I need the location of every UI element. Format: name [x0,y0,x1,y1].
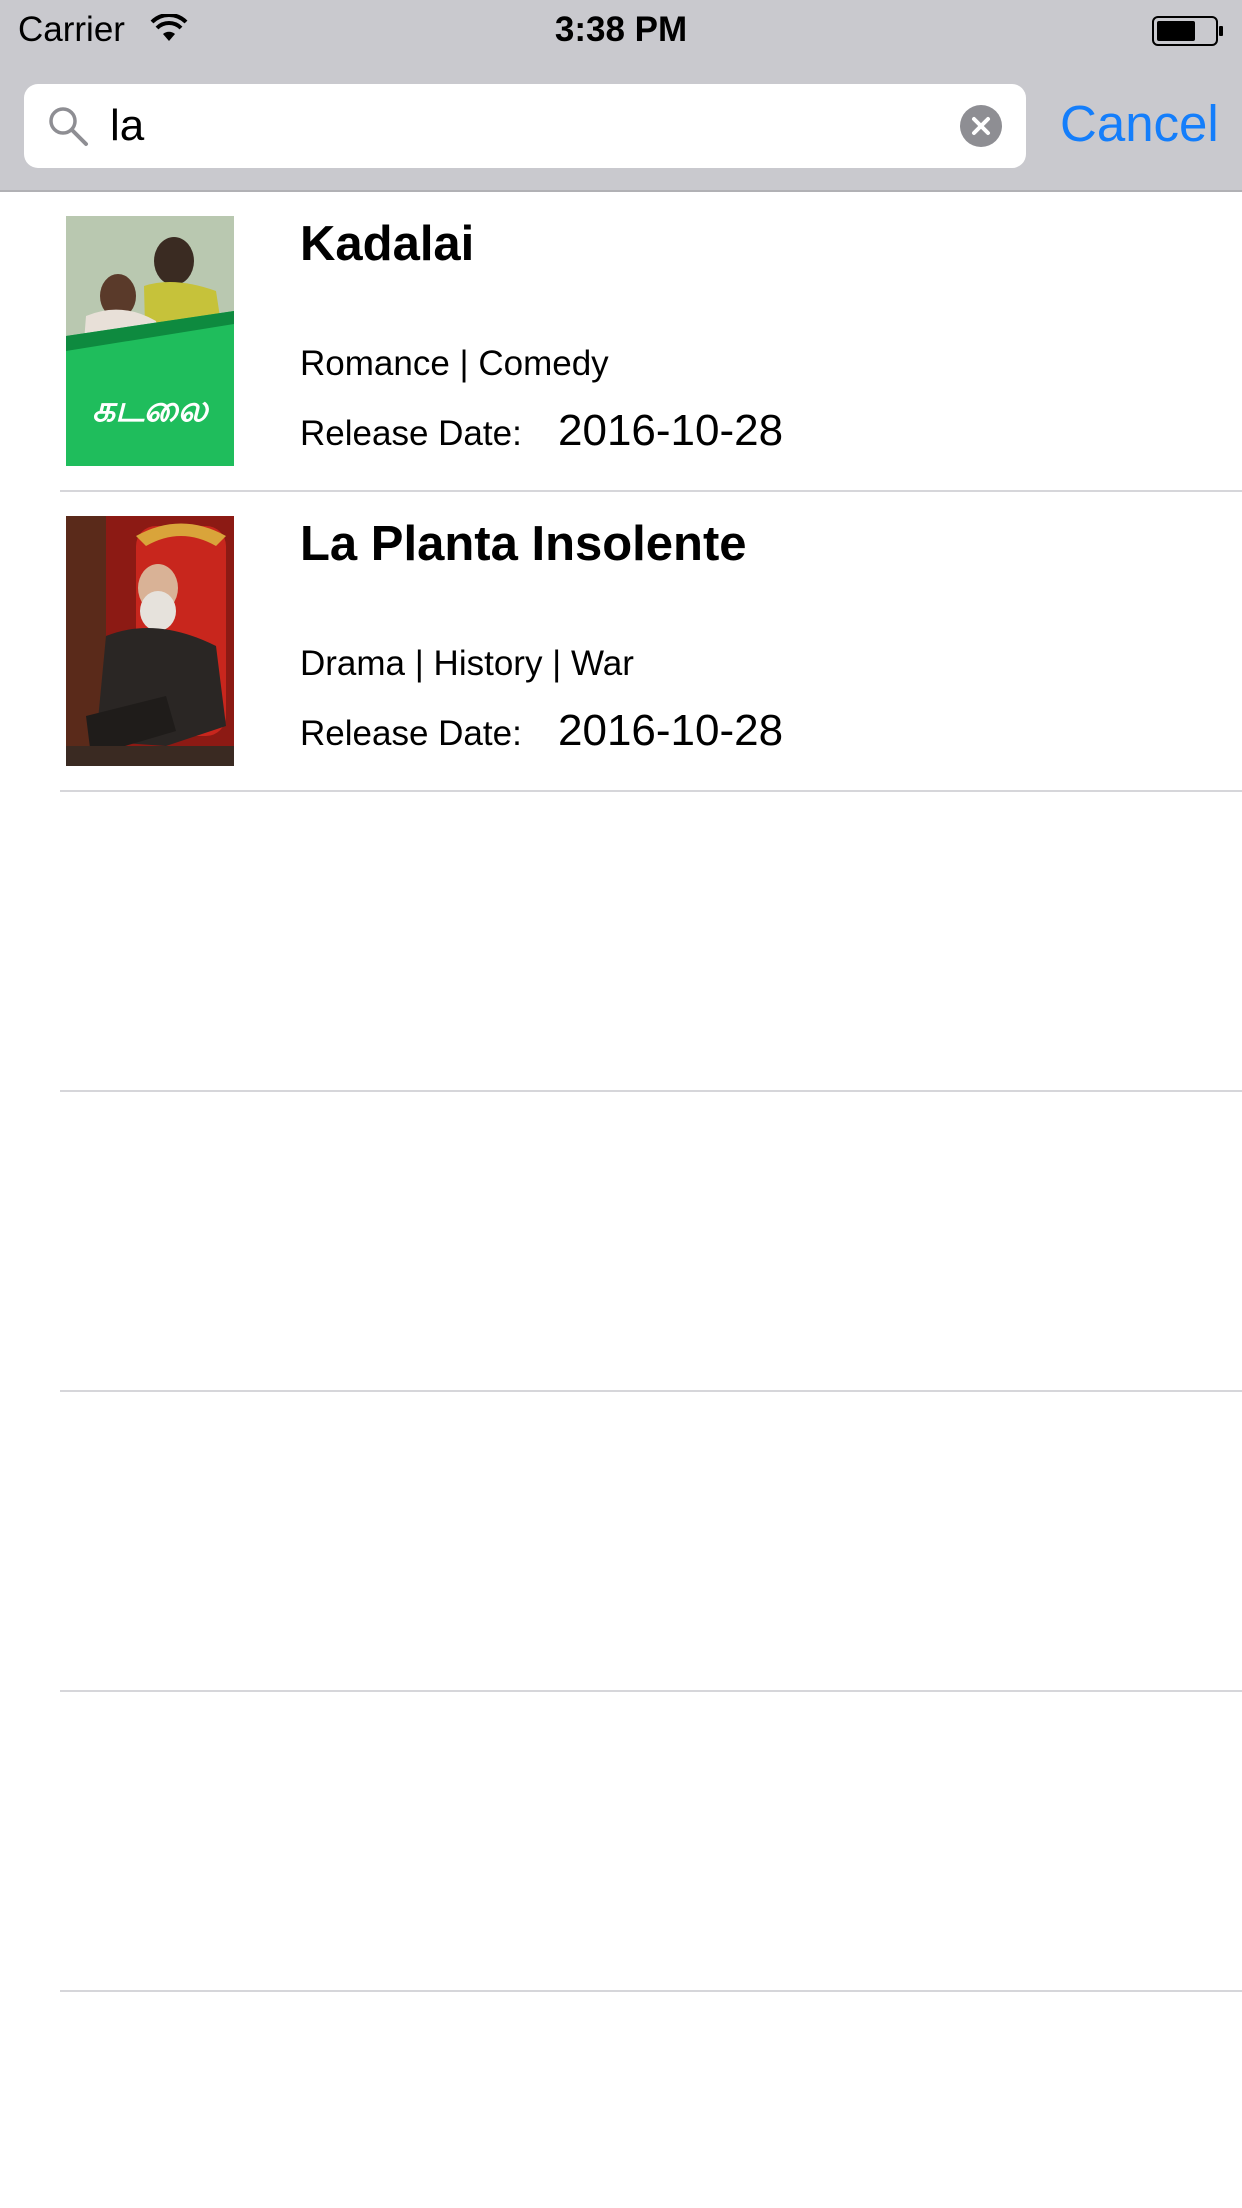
release-date-label: Release Date: [300,414,522,453]
release-date-value: 2016-10-28 [558,406,784,455]
list-item[interactable]: கடலை Kadalai Romance | Comedy Release Da… [0,192,1242,492]
battery-icon [1152,16,1223,46]
poster-image: கடலை [66,216,234,466]
row-divider [60,790,1242,792]
status-bar: Carrier 3:38 PM [0,0,1242,62]
search-header: Carrier 3:38 PM Cancel [0,0,1242,192]
movie-genres: Drama | History | War [300,644,634,683]
movie-genres: Romance | Comedy [300,344,609,383]
release-date-label: Release Date: [300,714,522,753]
movie-title: Kadalai [300,217,475,271]
row-divider [60,1390,1242,1392]
row-divider [60,1690,1242,1692]
search-field[interactable] [24,84,1026,168]
release-date-value: 2016-10-28 [558,706,784,755]
poster-image [66,516,234,766]
movie-title: La Planta Insolente [300,517,747,571]
search-icon [49,107,88,146]
cancel-button[interactable]: Cancel [1060,94,1219,153]
row-divider [60,1090,1242,1092]
list-item[interactable]: La Planta Insolente Drama | History | Wa… [0,492,1242,792]
row-divider [60,1990,1242,1992]
clear-icon[interactable] [960,105,1002,147]
poster-title-text: கடலை [92,389,210,430]
search-input[interactable] [110,100,930,152]
status-time: 3:38 PM [554,10,688,49]
